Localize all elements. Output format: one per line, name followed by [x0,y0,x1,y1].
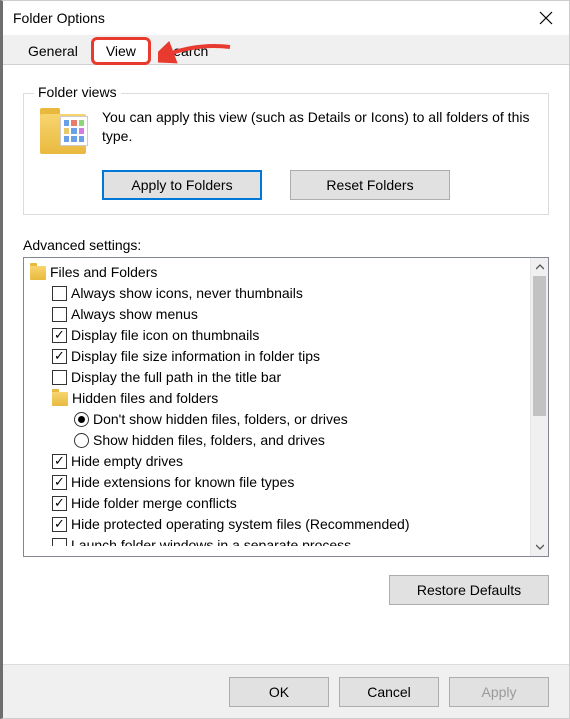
tree-item-label: Always show icons, never thumbnails [71,283,303,304]
titlebar: Folder Options [3,1,569,35]
restore-defaults-button[interactable]: Restore Defaults [389,575,549,605]
tree-item[interactable]: Show hidden files, folders, and drives [30,430,528,451]
folder-icon [30,266,46,280]
tree-item[interactable]: Hide protected operating system files (R… [30,514,528,535]
apply-button[interactable]: Apply [449,677,549,707]
tree-item[interactable]: Launch folder windows in a separate proc… [30,535,528,556]
tree-item-label: Hide protected operating system files (R… [71,514,410,535]
tab-search[interactable]: Search [151,37,221,64]
reset-folders-button[interactable]: Reset Folders [290,170,450,200]
ok-button[interactable]: OK [229,677,329,707]
advanced-settings-label: Advanced settings: [23,237,549,253]
checkbox-icon[interactable] [52,517,67,532]
scroll-track[interactable] [531,276,548,538]
scroll-thumb[interactable] [533,276,546,416]
checkbox-icon[interactable] [52,454,67,469]
scroll-up-button[interactable] [531,258,548,276]
tree-item[interactable]: Hide extensions for known file types [30,472,528,493]
close-icon [539,11,553,25]
folder-options-dialog: Folder Options General View Search Folde… [0,0,570,719]
tree-item[interactable]: Hidden files and folders [30,388,528,409]
tab-row: General View Search [3,35,569,65]
apply-to-folders-button[interactable]: Apply to Folders [102,170,262,200]
cancel-button[interactable]: Cancel [339,677,439,707]
checkbox-icon[interactable] [52,538,67,553]
tree-item[interactable]: Hide empty drives [30,451,528,472]
tree-item-label: Hide empty drives [71,451,183,472]
folder-views-label: Folder views [34,84,121,100]
folder-icon [52,392,68,406]
tree-item[interactable]: Always show menus [30,304,528,325]
window-title: Folder Options [13,10,105,26]
tree-item[interactable]: Display the full path in the title bar [30,367,528,388]
tree-item-label: Hide folder merge conflicts [71,493,237,514]
tree-item-label: Display the full path in the title bar [71,367,281,388]
tree-item[interactable]: Don't show hidden files, folders, or dri… [30,409,528,430]
checkbox-icon[interactable] [52,328,67,343]
tree-item-label: Hide extensions for known file types [71,472,294,493]
checkbox-icon[interactable] [52,475,67,490]
chevron-up-icon [536,263,544,271]
tree-item-label: Always show menus [71,304,198,325]
tree-item-label: Show hidden files, folders, and drives [93,430,325,451]
scrollbar[interactable] [530,258,548,556]
tree-item[interactable]: Display file size information in folder … [30,346,528,367]
tree-item-label: Launch folder windows in a separate proc… [71,535,351,556]
tab-general[interactable]: General [15,37,91,64]
tree-item[interactable]: Hide folder merge conflicts [30,493,528,514]
radio-icon[interactable] [74,433,89,448]
tree-item[interactable]: Always show icons, never thumbnails [30,283,528,304]
folder-views-description: You can apply this view (such as Details… [102,108,534,156]
tree-item[interactable]: Display file icon on thumbnails [30,325,528,346]
chevron-down-icon [536,543,544,551]
tree-viewport: Files and Folders Always show icons, nev… [24,258,530,556]
content-area: Folder views You can apply this view (su… [3,65,569,605]
folder-views-group: Folder views You can apply this view (su… [23,93,549,215]
close-button[interactable] [523,1,569,35]
checkbox-icon[interactable] [52,370,67,385]
scroll-down-button[interactable] [531,538,548,556]
tree-root[interactable]: Files and Folders [30,262,528,283]
checkbox-icon[interactable] [52,307,67,322]
tree-item-label: Don't show hidden files, folders, or dri… [93,409,348,430]
radio-icon[interactable] [74,412,89,427]
tree-item-label: Display file icon on thumbnails [71,325,259,346]
tree-root-label: Files and Folders [50,262,157,283]
dialog-button-bar: OK Cancel Apply [3,664,569,718]
checkbox-icon[interactable] [52,286,67,301]
checkbox-icon[interactable] [52,496,67,511]
advanced-settings-tree[interactable]: Files and Folders Always show icons, nev… [23,257,549,557]
tab-view[interactable]: View [91,37,151,65]
tree-item-label: Hidden files and folders [72,388,218,409]
tree-item-label: Display file size information in folder … [71,346,320,367]
checkbox-icon[interactable] [52,349,67,364]
folder-views-icon [38,108,88,156]
